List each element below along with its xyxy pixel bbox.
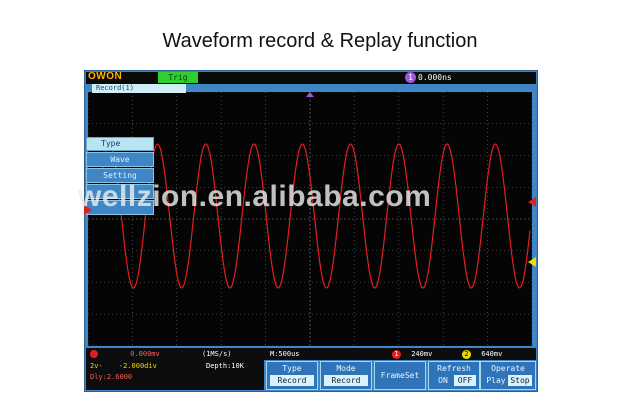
ch1-volts-readout: 0.000mv — [90, 349, 180, 359]
time-position-readout: 1 0.000ns — [405, 72, 465, 83]
time-position-badge: 1 — [405, 72, 416, 83]
watermark-text: wellzion.en.alibaba.com — [78, 180, 432, 213]
softkey-mode[interactable]: Mode Record — [320, 361, 372, 390]
time-position-value: 0.000ns — [418, 73, 452, 82]
brand-logo: OWON — [88, 71, 123, 82]
trigger-status: Trig — [158, 72, 198, 83]
softkey-refresh[interactable]: Refresh ON OFF — [428, 361, 480, 390]
waveform-screen[interactable] — [87, 91, 533, 347]
softkey-operate[interactable]: Operate Play Stop — [480, 361, 536, 390]
depth-readout: Depth:10K — [206, 362, 244, 370]
operate-play-option[interactable]: Play — [484, 375, 508, 386]
trigger2-readout: 2 640mv — [462, 349, 534, 359]
operate-stop-option[interactable]: Stop — [508, 375, 532, 386]
sample-rate-readout: (1MS/s) — [202, 350, 232, 358]
type-menu-header[interactable]: Type — [86, 137, 154, 151]
graticule — [87, 91, 533, 347]
trigger-level-marker-yellow[interactable] — [528, 257, 536, 267]
ch1-dot-icon — [90, 350, 98, 358]
refresh-off-option[interactable]: OFF — [454, 375, 476, 386]
ch1-waveform-trace — [101, 143, 531, 289]
page-title: Waveform record & Replay function — [162, 30, 478, 52]
record-indicator: Record(1) — [92, 84, 186, 93]
waveform-svg — [87, 91, 533, 347]
trigger1-readout: 1 240mv — [392, 349, 462, 359]
menu-item-wave[interactable]: Wave — [86, 152, 154, 167]
timebase-readout: M:500us — [270, 350, 300, 358]
delay-readout: Dly:2.6000 — [90, 373, 133, 381]
trigger-position-marker — [306, 92, 314, 97]
softkey-frameset[interactable]: FrameSet — [374, 361, 426, 390]
refresh-on-option[interactable]: ON — [432, 375, 454, 386]
trigger-level-marker-red[interactable] — [528, 197, 536, 207]
ch2-readout: 2v- -2.000div — [90, 362, 157, 370]
top-status-bar — [86, 72, 536, 84]
softkey-type[interactable]: Type Record — [266, 361, 318, 390]
